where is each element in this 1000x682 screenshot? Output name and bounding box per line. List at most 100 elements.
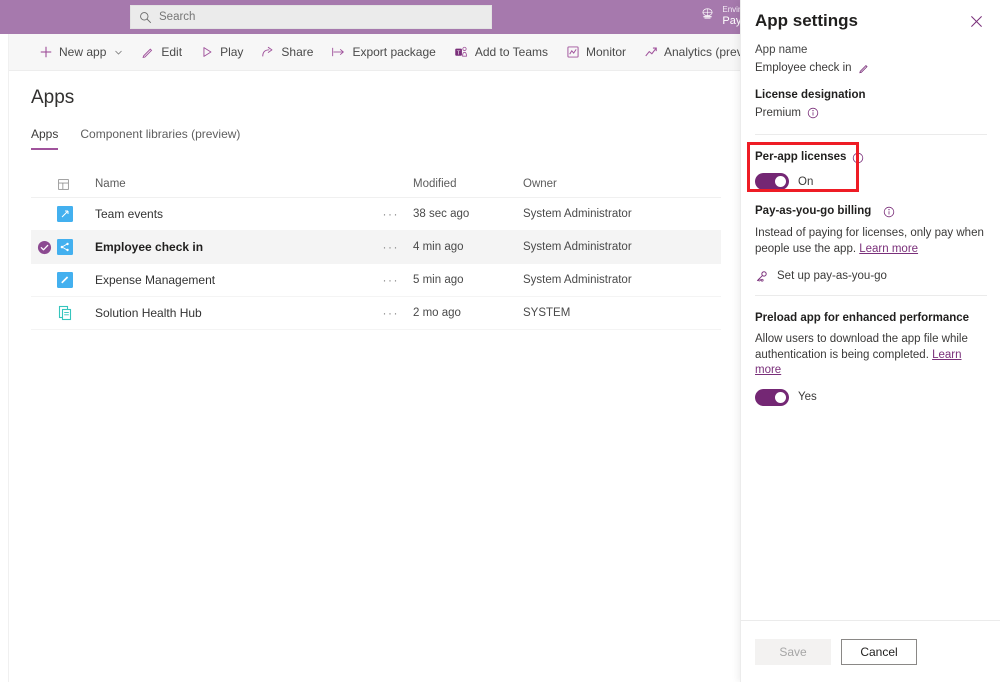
preload-toggle-state: Yes [798,391,817,403]
per-app-licenses-toggle-row: On [755,173,987,190]
save-button[interactable]: Save [755,639,831,665]
app-type-column-icon [57,178,83,191]
app-name: Expense Management [95,273,215,287]
command-edit[interactable]: Edit [132,34,191,71]
app-owner: System Administrator [523,241,721,253]
per-app-licenses-header: Per-app licenses [755,149,987,166]
info-icon[interactable] [807,107,819,119]
toggle-knob [775,176,786,187]
panel-title: App settings [755,11,858,31]
license-designation-label: License designation [755,87,987,104]
play-icon [200,45,214,59]
setup-pay-as-you-go-action[interactable]: Set up pay-as-you-go [755,269,987,283]
row-select-checkbox[interactable] [31,240,57,255]
license-designation-value: Premium [755,104,801,122]
model-app-icon [57,305,83,321]
row-overflow-menu[interactable]: ··· [383,273,400,287]
row-overflow-menu[interactable]: ··· [383,240,400,254]
canvas-app-icon [57,239,83,255]
app-modified: 38 sec ago [413,208,523,220]
info-icon[interactable] [852,152,864,164]
app-owner: System Administrator [523,208,721,220]
app-name: Team events [95,207,163,221]
canvas-app-icon [57,206,83,222]
brand-spacer [0,0,130,34]
search-input[interactable] [159,8,483,26]
preload-toggle-row: Yes [755,389,987,406]
command-new-app-label: New app [59,45,106,59]
panel-header: App settings [741,0,1000,42]
command-export-package-label: Export package [352,45,435,59]
command-edit-label: Edit [161,45,182,59]
page-title: Apps [31,87,74,109]
table-row[interactable]: Solution Health Hub ··· 2 mo ago SYSTEM [31,297,721,330]
left-nav-rail [0,34,9,682]
per-app-licenses-toggle[interactable] [755,173,789,190]
preload-label: Preload app for enhanced performance [755,310,987,327]
command-play[interactable]: Play [191,34,252,71]
info-icon[interactable] [883,206,895,218]
analytics-icon [644,45,658,59]
toggle-knob [775,392,786,403]
per-app-licenses-toggle-state: On [798,176,813,188]
export-icon [331,45,346,59]
search-icon [139,11,152,24]
tab-apps[interactable]: Apps [31,127,58,150]
command-monitor[interactable]: Monitor [557,34,635,71]
app-modified: 2 mo ago [413,307,523,319]
column-header-modified[interactable]: Modified [413,178,523,190]
panel-footer: Save Cancel [741,620,1000,682]
table-row[interactable]: Team events ··· 38 sec ago System Adminis… [31,198,721,231]
setup-key-icon [755,269,769,283]
app-owner: SYSTEM [523,307,721,319]
column-header-name[interactable]: Name [83,178,413,190]
column-header-owner[interactable]: Owner [523,178,721,190]
page-tabs: Apps Component libraries (preview) [31,127,240,150]
table-row[interactable]: Employee check in··· 4 min ago System Ad… [31,231,721,264]
app-name-label: App name [755,42,987,59]
app-modified: 5 min ago [413,274,523,286]
app-owner: System Administrator [523,274,721,286]
tab-component-libraries[interactable]: Component libraries (preview) [80,127,240,150]
app-settings-panel: App settings App name Employee check in … [740,0,1000,682]
pay-as-you-go-header: Pay-as-you-go billing [755,203,987,220]
command-add-to-teams[interactable]: T Add to Teams [445,34,557,71]
command-share[interactable]: Share [252,34,322,71]
apps-page: Apps Apps Component libraries (preview) … [9,71,740,682]
app-modified: 4 min ago [413,241,523,253]
command-new-app[interactable]: New app [30,34,132,71]
plus-icon [39,45,53,59]
pay-as-you-go-label: Pay-as-you-go billing [755,203,871,220]
command-share-label: Share [281,45,313,59]
pay-as-you-go-learn-more-link[interactable]: Learn more [859,243,918,255]
setup-pay-as-you-go-label: Set up pay-as-you-go [777,270,887,282]
teams-icon: T [454,45,469,59]
pencil-icon [141,45,155,59]
cancel-button[interactable]: Cancel [841,639,917,665]
monitor-icon [566,45,580,59]
command-monitor-label: Monitor [586,45,626,59]
environment-icon [700,7,715,27]
preload-toggle[interactable] [755,389,789,406]
per-app-licenses-label: Per-app licenses [755,149,846,166]
app-name: Solution Health Hub [95,306,202,320]
row-overflow-menu[interactable]: ··· [383,207,400,221]
apps-table-body: Team events ··· 38 sec ago System Adminis… [31,198,721,330]
license-designation-value-row: Premium [755,104,987,122]
panel-body: App name Employee check in License desig… [741,42,1000,620]
table-row[interactable]: Expense Management ··· 5 min ago System A… [31,264,721,297]
preload-description: Allow users to download the app file whi… [755,332,987,379]
command-add-to-teams-label: Add to Teams [475,45,548,59]
row-overflow-menu[interactable]: ··· [383,306,400,320]
command-play-label: Play [220,45,243,59]
pay-as-you-go-description: Instead of paying for licenses, only pay… [755,226,987,257]
canvas-app-icon [57,272,83,288]
pencil-icon[interactable] [858,62,870,74]
chevron-down-icon [114,48,123,57]
search-box[interactable] [130,5,492,29]
command-export-package[interactable]: Export package [322,34,444,71]
close-icon[interactable] [965,10,987,32]
app-name-value: Employee check in [755,59,852,77]
svg-text:T: T [457,51,461,57]
table-header-row: Name Modified Owner [31,171,721,198]
